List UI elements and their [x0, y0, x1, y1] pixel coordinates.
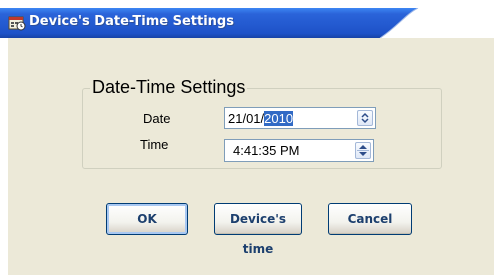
date-label: Date [143, 111, 171, 126]
time-label: Time [140, 137, 169, 152]
ok-button[interactable]: OK [106, 203, 188, 235]
date-year-selected[interactable]: 2010 [264, 111, 294, 126]
time-value: 4:41:35 PM [233, 143, 300, 158]
window-title: Device's Date-Time Settings [29, 14, 234, 29]
time-picker[interactable]: 4:41:35 PM [224, 139, 374, 162]
date-value: 21/01/2010 [228, 111, 294, 126]
date-picker[interactable]: 21/01/2010 [224, 107, 376, 129]
device-datetime-dialog: Device's Date-Time Settings Date-Time Se… [0, 0, 496, 275]
calendar-clock-icon [8, 15, 26, 31]
cancel-button[interactable]: Cancel [328, 203, 412, 235]
title-bar[interactable]: Device's Date-Time Settings [0, 8, 496, 38]
date-value-prefix: 21/01/ [228, 111, 265, 126]
groupbox-title: Date-Time Settings [90, 77, 248, 98]
devices-time-button[interactable]: Device's time [214, 203, 302, 256]
up-down-spinner-icon[interactable] [355, 142, 371, 159]
up-down-spinner-icon[interactable] [357, 110, 373, 126]
